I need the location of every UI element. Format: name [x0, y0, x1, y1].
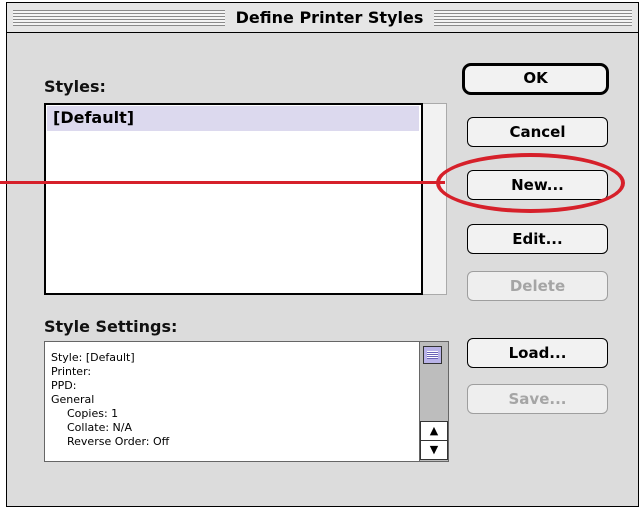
window-title: Define Printer Styles [225, 8, 434, 28]
settings-line: PPD: [51, 379, 77, 392]
settings-line: Copies: 1 [67, 407, 119, 420]
styles-label: Styles: [44, 77, 106, 96]
style-settings-box: Style: [Default] Printer: PPD: General C… [44, 341, 449, 462]
define-printer-styles-dialog: Define Printer Styles Styles: [Default] … [6, 2, 639, 507]
list-item[interactable]: [Default] [47, 106, 419, 131]
scroll-up-icon[interactable]: ▲ [420, 421, 448, 441]
title-bar-stripes-left [13, 10, 225, 26]
annotation-pointer-line [0, 181, 445, 184]
annotation-highlight-ellipse [436, 153, 625, 213]
settings-line: Printer: [51, 365, 92, 378]
styles-list-scrollbar [423, 103, 447, 295]
settings-line: Style: [Default] [51, 351, 135, 364]
ok-button[interactable]: OK [462, 63, 609, 95]
settings-line: Collate: N/A [67, 421, 133, 434]
save-button: Save... [467, 384, 608, 414]
scroll-down-icon[interactable]: ▼ [420, 440, 448, 460]
cancel-button[interactable]: Cancel [467, 117, 608, 147]
delete-button: Delete [467, 271, 608, 301]
edit-button[interactable]: Edit... [467, 224, 608, 254]
style-settings-label: Style Settings: [44, 317, 178, 336]
settings-line: General [51, 393, 95, 406]
scroll-thumb[interactable] [423, 346, 442, 364]
settings-scrollbar[interactable]: ▲ ▼ [419, 342, 448, 461]
title-bar-stripes-right [434, 10, 632, 26]
styles-list[interactable]: [Default] [44, 103, 423, 295]
load-button[interactable]: Load... [467, 338, 608, 368]
settings-line: Reverse Order: Off [67, 435, 170, 448]
title-bar[interactable]: Define Printer Styles [7, 3, 638, 33]
